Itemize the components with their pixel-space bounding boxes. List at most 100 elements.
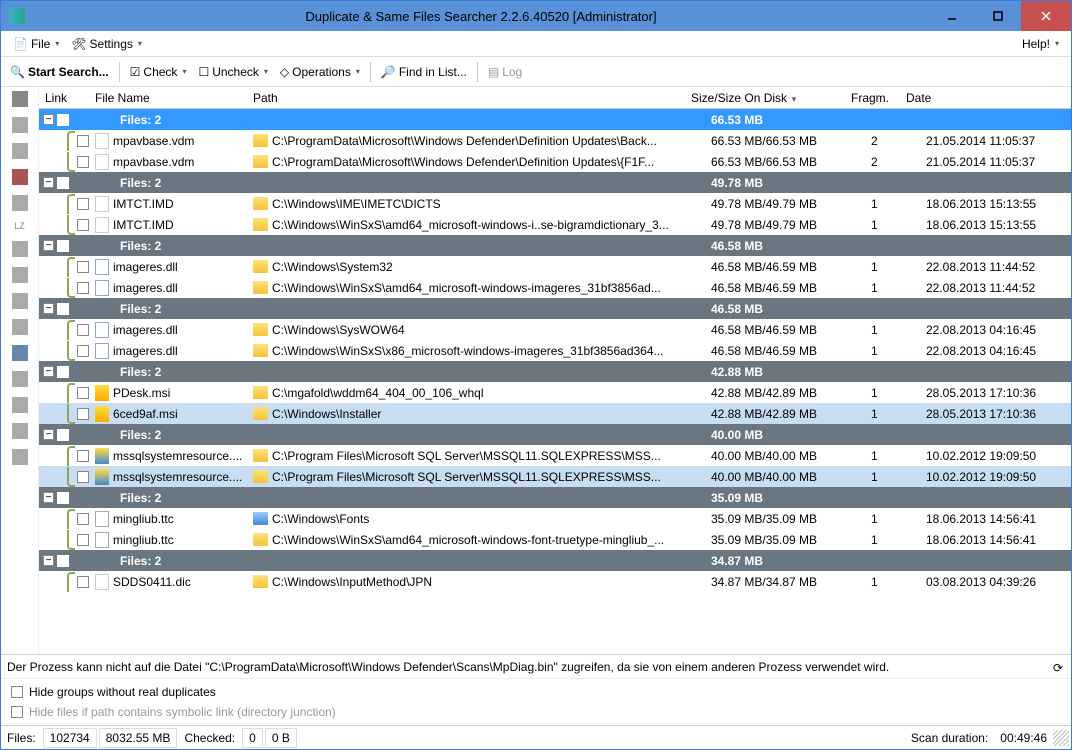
collapse-icon[interactable]: − — [43, 177, 54, 188]
side-tool-3[interactable] — [12, 143, 28, 159]
side-tool-14[interactable] — [12, 449, 28, 465]
file-row[interactable]: mingliub.ttcC:\Windows\WinSxS\amd64_micr… — [39, 529, 1071, 550]
collapse-icon[interactable]: − — [43, 492, 54, 503]
results-grid[interactable]: −Files: 266.53 MBmpavbase.vdmC:\ProgramD… — [39, 109, 1071, 654]
file-checkbox[interactable] — [77, 345, 89, 357]
group-header[interactable]: −Files: 235.09 MB — [39, 487, 1071, 508]
file-checkbox[interactable] — [77, 219, 89, 231]
file-fragm: 1 — [871, 218, 926, 232]
checked-size: 0 B — [265, 728, 297, 748]
titlebar[interactable]: Duplicate & Same Files Searcher 2.2.6.40… — [1, 1, 1071, 31]
menu-settings[interactable]: 🛠 Settings▾ — [65, 35, 148, 53]
collapse-icon[interactable]: − — [43, 114, 54, 125]
file-checkbox[interactable] — [77, 471, 89, 483]
group-checkbox[interactable] — [57, 177, 69, 189]
file-checkbox[interactable] — [77, 450, 89, 462]
side-tool-filter[interactable] — [12, 345, 28, 361]
collapse-icon[interactable]: − — [43, 555, 54, 566]
folder-icon — [253, 281, 268, 294]
file-checkbox[interactable] — [77, 576, 89, 588]
file-checkbox[interactable] — [77, 135, 89, 147]
group-header[interactable]: −Files: 249.78 MB — [39, 172, 1071, 193]
option-hide-groups[interactable]: Hide groups without real duplicates — [11, 685, 1061, 699]
file-checkbox[interactable] — [77, 198, 89, 210]
group-header[interactable]: −Files: 242.88 MB — [39, 361, 1071, 382]
collapse-icon[interactable]: − — [43, 303, 54, 314]
col-filename[interactable]: File Name — [95, 91, 253, 105]
collapse-icon[interactable]: − — [43, 366, 54, 377]
maximize-button[interactable] — [975, 1, 1021, 31]
link-bracket — [67, 383, 75, 403]
file-row[interactable]: imageres.dllC:\Windows\WinSxS\amd64_micr… — [39, 277, 1071, 298]
side-tool-1[interactable] — [12, 91, 28, 107]
file-row[interactable]: IMTCT.IMDC:\Windows\IME\IMETC\DICTS49.78… — [39, 193, 1071, 214]
menu-help[interactable]: Help!▾ — [1016, 35, 1065, 53]
file-checkbox[interactable] — [77, 408, 89, 420]
group-checkbox[interactable] — [57, 555, 69, 567]
side-tool-7[interactable] — [12, 267, 28, 283]
checkbox-icon — [11, 706, 23, 718]
file-checkbox[interactable] — [77, 534, 89, 546]
check-button[interactable]: ☑ Check▾ — [125, 63, 192, 81]
folder-icon — [253, 260, 268, 273]
checked-label: Checked: — [178, 731, 241, 745]
side-tool-12[interactable] — [12, 397, 28, 413]
file-row[interactable]: mssqlsystemresource....C:\Program Files\… — [39, 445, 1071, 466]
log-button[interactable]: ▤ Log — [483, 63, 527, 81]
side-tool-13[interactable] — [12, 423, 28, 439]
file-row[interactable]: PDesk.msiC:\mgafold\wddm64_404_00_106_wh… — [39, 382, 1071, 403]
group-header[interactable]: −Files: 234.87 MB — [39, 550, 1071, 571]
file-checkbox[interactable] — [77, 513, 89, 525]
col-link[interactable]: Link — [39, 91, 95, 105]
file-checkbox[interactable] — [77, 282, 89, 294]
file-checkbox[interactable] — [77, 261, 89, 273]
resize-grip[interactable] — [1053, 730, 1069, 746]
start-search-button[interactable]: 🔍 Start Search... — [5, 63, 114, 81]
file-checkbox[interactable] — [77, 324, 89, 336]
group-header[interactable]: −Files: 266.53 MB — [39, 109, 1071, 130]
uncheck-button[interactable]: ☐ Uncheck▾ — [193, 63, 272, 81]
operations-button[interactable]: ◇ Operations▾ — [275, 63, 365, 81]
side-tool-8[interactable] — [12, 293, 28, 309]
file-row[interactable]: IMTCT.IMDC:\Windows\WinSxS\amd64_microso… — [39, 214, 1071, 235]
close-button[interactable] — [1021, 1, 1071, 31]
checkbox-icon[interactable] — [11, 686, 23, 698]
group-size: 42.88 MB — [711, 365, 1071, 379]
side-tool-11[interactable] — [12, 371, 28, 387]
group-checkbox[interactable] — [57, 366, 69, 378]
group-checkbox[interactable] — [57, 303, 69, 315]
side-tool-2[interactable] — [12, 117, 28, 133]
group-checkbox[interactable] — [57, 114, 69, 126]
file-row[interactable]: 6ced9af.msiC:\Windows\Installer42.88 MB/… — [39, 403, 1071, 424]
col-size[interactable]: Size/Size On Disk▼ — [691, 91, 851, 105]
collapse-icon[interactable]: − — [43, 240, 54, 251]
folder-icon — [253, 218, 268, 231]
group-checkbox[interactable] — [57, 492, 69, 504]
col-date[interactable]: Date — [906, 91, 1051, 105]
file-row[interactable]: mpavbase.vdmC:\ProgramData\Microsoft\Win… — [39, 151, 1071, 172]
minimize-button[interactable] — [929, 1, 975, 31]
file-row[interactable]: mingliub.ttcC:\Windows\Fonts35.09 MB/35.… — [39, 508, 1071, 529]
file-checkbox[interactable] — [77, 156, 89, 168]
group-checkbox[interactable] — [57, 240, 69, 252]
side-tool-5[interactable] — [12, 195, 28, 211]
group-header[interactable]: −Files: 240.00 MB — [39, 424, 1071, 445]
file-row[interactable]: mssqlsystemresource....C:\Program Files\… — [39, 466, 1071, 487]
file-row[interactable]: SDDS0411.dicC:\Windows\InputMethod\JPN34… — [39, 571, 1071, 592]
file-row[interactable]: imageres.dllC:\Windows\System3246.58 MB/… — [39, 256, 1071, 277]
col-path[interactable]: Path — [253, 91, 691, 105]
group-header[interactable]: −Files: 246.58 MB — [39, 235, 1071, 256]
side-tool-6[interactable] — [12, 241, 28, 257]
find-in-list-button[interactable]: 🔎 Find in List... — [376, 63, 472, 81]
col-fragm[interactable]: Fragm. — [851, 91, 906, 105]
menu-file[interactable]: 📄 File▾ — [7, 35, 65, 53]
collapse-icon[interactable]: − — [43, 429, 54, 440]
file-row[interactable]: imageres.dllC:\Windows\WinSxS\x86_micros… — [39, 340, 1071, 361]
group-checkbox[interactable] — [57, 429, 69, 441]
file-row[interactable]: imageres.dllC:\Windows\SysWOW6446.58 MB/… — [39, 319, 1071, 340]
file-row[interactable]: mpavbase.vdmC:\ProgramData\Microsoft\Win… — [39, 130, 1071, 151]
side-tool-delete[interactable] — [12, 169, 28, 185]
file-checkbox[interactable] — [77, 387, 89, 399]
group-header[interactable]: −Files: 246.58 MB — [39, 298, 1071, 319]
side-tool-9[interactable] — [12, 319, 28, 335]
